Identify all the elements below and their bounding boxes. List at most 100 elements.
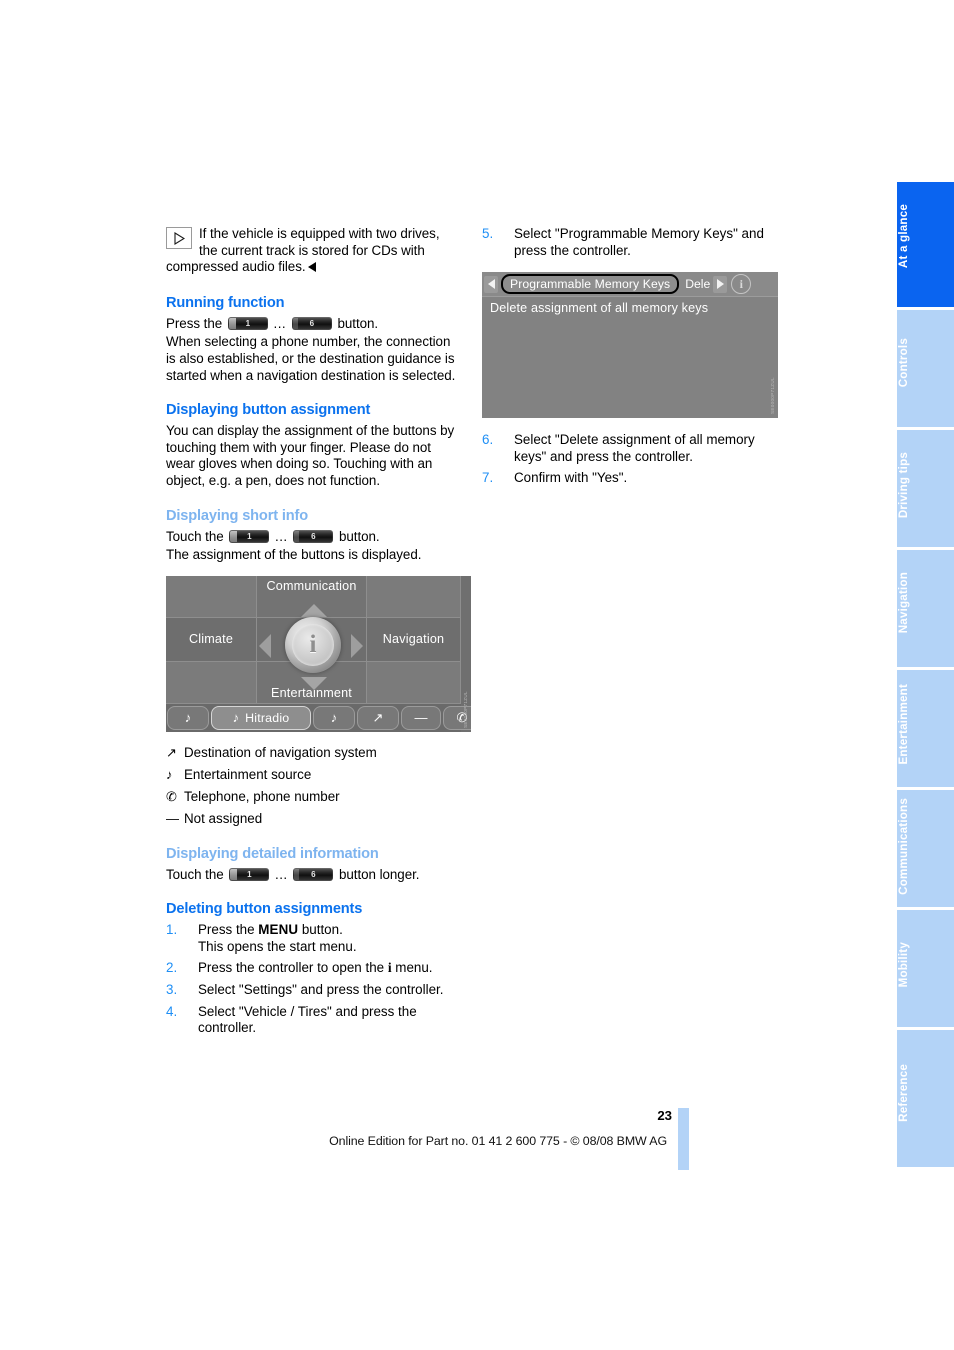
- sidebar-item-label: At a glance: [897, 204, 910, 269]
- memory-key-6-pictogram: 6: [293, 867, 334, 881]
- sidebar-item-driving-tips[interactable]: Driving tips: [897, 430, 954, 550]
- tab-programmable-memory-keys[interactable]: Programmable Memory Keys: [501, 274, 680, 295]
- memory-key-1-pictogram: 1: [229, 529, 270, 543]
- step-item: 1. Press the MENU button. This opens the…: [166, 922, 458, 955]
- step-number: 5.: [482, 226, 494, 241]
- sidebar-item-label: Entertainment: [897, 684, 910, 765]
- start-menu-cell-empty-top-right: [367, 575, 461, 618]
- start-menu-bottom-bar: ♪ ♪ Hitradio ♪ ↗ — ✆: [166, 703, 471, 732]
- sidebar-item-at-a-glance[interactable]: At a glance: [897, 182, 954, 310]
- key-range-ellipsis: ...: [274, 528, 288, 544]
- legend-item: ✆ Telephone, phone number: [166, 789, 458, 806]
- menu-button-label: MENU: [258, 922, 299, 938]
- manual-page: If the vehicle is equipped with two driv…: [0, 0, 954, 1350]
- icon-legend: ↗ Destination of navigation system ♪ Ent…: [166, 745, 458, 828]
- step-text-before: Press the controller to open the: [198, 960, 388, 976]
- step-text-after: menu.: [391, 960, 433, 976]
- legend-item-label: Entertainment source: [184, 766, 312, 782]
- music-note-icon: ♪: [232, 710, 240, 726]
- heading-running-function: Running function: [166, 294, 285, 311]
- music-note-icon: ♪: [330, 710, 338, 726]
- heading-displaying-short-info: Displaying short info: [166, 507, 308, 524]
- image-watermark: SE0000P71ZUL: [463, 690, 468, 728]
- touch-prefix: Touch the: [166, 528, 224, 544]
- short-info-touch-line: Touch the 1 ... 6 button.: [166, 529, 458, 546]
- idrive-start-menu-screenshot: Communication Climate Navigation Enterta…: [166, 575, 471, 732]
- memory-button-1[interactable]: ♪: [167, 705, 209, 730]
- touch-suffix: button longer.: [338, 866, 420, 882]
- step-item: 7. Confirm with "Yes".: [482, 470, 778, 487]
- start-menu-cell-climate[interactable]: Climate: [166, 617, 257, 662]
- sidebar-item-navigation[interactable]: Navigation: [897, 550, 954, 670]
- step-text: Select "Settings" and press the controll…: [198, 981, 444, 997]
- steps-bottom-list: 6. Select "Delete assignment of all memo…: [482, 432, 778, 487]
- edition-line: Online Edition for Part no. 01 41 2 600 …: [329, 1134, 667, 1148]
- heading-displaying-button-assignment: Displaying button assignment: [166, 402, 371, 419]
- memory-keys-title-bar: Programmable Memory Keys Dele i: [482, 272, 778, 297]
- sidebar-item-communications[interactable]: Communications: [897, 790, 954, 910]
- sidebar-item-label: Controls: [897, 338, 910, 388]
- navigation-destination-icon: ↗: [166, 744, 177, 760]
- sidebar-item-controls[interactable]: Controls: [897, 310, 954, 430]
- page-footer: 23 Online Edition for Part no. 01 41 2 6…: [0, 1108, 954, 1170]
- step-item: 3. Select "Settings" and press the contr…: [166, 982, 458, 999]
- start-menu-cell-communication[interactable]: Communication: [257, 575, 367, 618]
- step-number: 7.: [482, 470, 494, 486]
- start-menu-cell-empty-bottom-right: [367, 661, 461, 704]
- legend-item-label: Telephone, phone number: [184, 788, 340, 804]
- sidebar-item-entertainment[interactable]: Entertainment: [897, 670, 954, 790]
- step-item: 6. Select "Delete assignment of all memo…: [482, 432, 778, 465]
- touch-suffix: button.: [338, 528, 380, 544]
- image-watermark: SE0000P71ZUL: [770, 377, 775, 415]
- step-text: Select "Delete assignment of all memory …: [514, 432, 755, 464]
- step-item: 5. Select "Programmable Memory Keys" and…: [482, 226, 778, 259]
- start-menu-cell-empty-bottom-left: [166, 661, 257, 704]
- list-item-delete-all[interactable]: Delete assignment of all memory keys: [482, 297, 778, 315]
- memory-key-1-pictogram: 1: [227, 316, 268, 330]
- sidebar-item-label: Driving tips: [897, 452, 910, 519]
- page-edge-marker: [678, 1108, 689, 1170]
- chevron-right-icon[interactable]: [713, 275, 728, 293]
- step-text: Confirm with "Yes".: [514, 470, 628, 486]
- memory-key-6-pictogram: 6: [293, 529, 334, 543]
- key-range-ellipsis: ...: [274, 866, 288, 882]
- step-number: 4.: [166, 1003, 178, 1019]
- memory-button-4[interactable]: ↗: [357, 705, 399, 730]
- memory-key-6-pictogram: 6: [291, 316, 332, 330]
- touch-prefix: Touch the: [166, 866, 224, 882]
- start-menu-cell-center: [257, 617, 367, 662]
- short-info-body: The assignment of the buttons is display…: [166, 547, 422, 563]
- idrive-memory-keys-screenshot: Programmable Memory Keys Dele i Delete a…: [482, 272, 778, 419]
- memory-button-2-hitradio[interactable]: ♪ Hitradio: [211, 705, 311, 730]
- step-item: 4. Select "Vehicle / Tires" and press th…: [166, 1004, 458, 1037]
- step-number: 6.: [482, 432, 494, 448]
- sidebar-item-mobility[interactable]: Mobility: [897, 910, 954, 1030]
- running-function-press-line: Press the 1 ... 6 button.: [166, 316, 458, 333]
- music-note-icon: ♪: [166, 766, 173, 782]
- tab-delete-truncated[interactable]: Dele: [682, 277, 713, 291]
- chevron-left-icon[interactable]: [484, 275, 498, 293]
- memory-button-2-label: Hitradio: [245, 710, 290, 725]
- sidebar-item-label: Communications: [897, 798, 910, 895]
- start-menu-cell-entertainment[interactable]: Entertainment: [257, 661, 367, 704]
- note-text: If the vehicle is equipped with two driv…: [166, 226, 440, 275]
- telephone-icon: ✆: [166, 788, 177, 804]
- press-suffix: button.: [337, 315, 379, 331]
- step-number: 3.: [166, 981, 178, 997]
- memory-button-5[interactable]: —: [401, 705, 441, 730]
- start-menu-cell-navigation[interactable]: Navigation: [367, 617, 461, 662]
- memory-button-3[interactable]: ♪: [313, 705, 355, 730]
- memory-key-1-pictogram: 1: [229, 867, 270, 881]
- key-range-ellipsis: ...: [273, 315, 287, 331]
- legend-item: — Not assigned: [166, 811, 458, 828]
- heading-deleting-button-assignments: Deleting button assignments: [166, 901, 363, 918]
- press-prefix: Press the: [166, 315, 223, 331]
- legend-item: ↗ Destination of navigation system: [166, 745, 458, 762]
- running-function-body: When selecting a phone number, the conne…: [166, 334, 456, 383]
- left-column: If the vehicle is equipped with two driv…: [166, 226, 471, 1042]
- note-block: If the vehicle is equipped with two driv…: [166, 226, 458, 276]
- sidebar-item-label: Mobility: [897, 942, 910, 988]
- info-circle-icon[interactable]: i: [731, 274, 752, 295]
- not-assigned-icon: —: [414, 710, 428, 726]
- step-number: 1.: [166, 922, 178, 938]
